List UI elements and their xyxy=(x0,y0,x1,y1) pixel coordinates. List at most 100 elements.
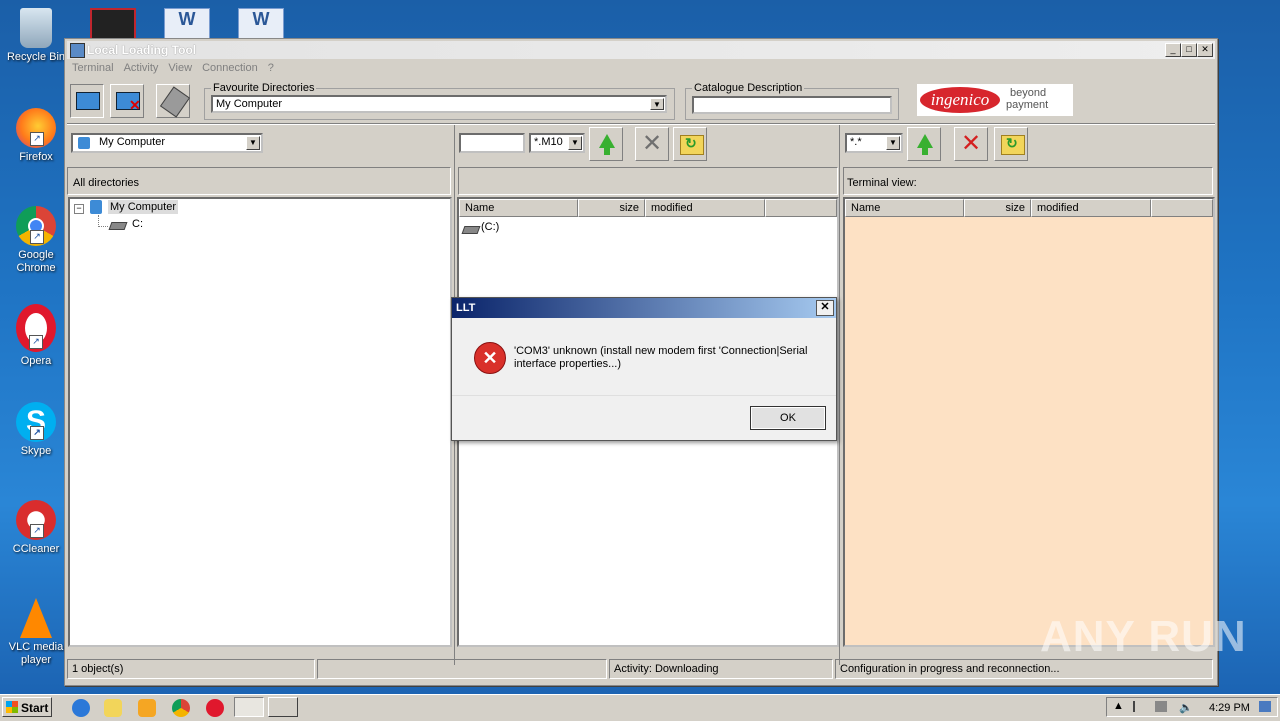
green-arrow-up-icon xyxy=(599,134,615,148)
drive-combo[interactable]: My Computer ▼ xyxy=(71,133,263,153)
desktop-icon-skype[interactable]: S ↗ Skype xyxy=(0,402,72,458)
desktop-icon-label: Skype xyxy=(20,445,52,457)
dialog-titlebar[interactable]: LLT ✕ xyxy=(452,298,836,318)
column-header-size[interactable]: size xyxy=(578,199,645,217)
maximize-button[interactable]: □ xyxy=(1181,43,1197,57)
computer-icon xyxy=(78,137,90,149)
minimize-button[interactable]: _ xyxy=(1165,43,1181,57)
chevron-down-icon[interactable]: ▼ xyxy=(568,136,582,150)
window-title: Local Loading Tool xyxy=(87,43,197,57)
grey-x-icon: ✕ xyxy=(642,130,663,157)
menu-bar: Terminal Activity View Connection? xyxy=(67,60,1215,76)
favourite-directories-label: Favourite Directories xyxy=(211,82,317,94)
column-header-filler xyxy=(1151,199,1213,217)
menu-terminal[interactable]: Terminal xyxy=(67,60,119,76)
tree-node-drive-c[interactable]: C: xyxy=(130,217,145,231)
window-titlebar[interactable]: Local Loading Tool _ □ ✕ xyxy=(67,41,1215,59)
windows-logo-icon xyxy=(6,701,18,713)
extension-combo[interactable]: *.M10 ▼ xyxy=(529,133,585,153)
red-x-icon: ✕ xyxy=(129,97,141,113)
menu-view[interactable]: View xyxy=(163,60,197,76)
word-file-icon[interactable]: W xyxy=(238,8,284,40)
media-player-icon[interactable] xyxy=(138,699,156,717)
dialog-close-button[interactable]: ✕ xyxy=(816,300,834,316)
clock[interactable]: 4:29 PM xyxy=(1209,702,1250,714)
error-dialog: LLT ✕ ✕ 'COM3' unknown (install new mode… xyxy=(451,297,837,441)
desktop-icon-recycle-bin[interactable]: Recycle Bin xyxy=(0,8,72,64)
file-filter-input[interactable] xyxy=(459,133,525,153)
favourite-directories-combo[interactable]: My Computer ▼ xyxy=(211,95,667,113)
pdf-file-icon[interactable] xyxy=(90,8,136,42)
chrome-icon[interactable] xyxy=(172,699,190,717)
desktop-icon-label: VLC media player xyxy=(8,641,64,666)
terminal-device-icon xyxy=(159,86,191,118)
start-label: Start xyxy=(21,701,49,715)
column-header-modified[interactable]: modified xyxy=(1031,199,1151,217)
terminal-file-list[interactable]: Name size modified xyxy=(843,197,1215,647)
terminal-refresh-button[interactable]: ↻ xyxy=(994,127,1028,161)
word-file-icon[interactable]: W xyxy=(164,8,210,40)
connect-terminal-button[interactable] xyxy=(70,84,104,118)
desktop-icon-opera[interactable]: ↗ Opera xyxy=(0,304,72,368)
desktop-icon-chrome[interactable]: ↗ Google Chrome xyxy=(0,206,72,275)
chevron-down-icon[interactable]: ▼ xyxy=(886,136,900,150)
network-icon[interactable] xyxy=(1155,701,1167,712)
column-header-name[interactable]: Name xyxy=(459,199,578,217)
menu-activity[interactable]: Activity xyxy=(119,60,164,76)
terminal-settings-button[interactable] xyxy=(156,84,191,118)
chevron-down-icon[interactable]: ▼ xyxy=(650,98,664,110)
red-x-icon: ✕ xyxy=(961,130,982,157)
tree-expand-toggle[interactable]: − xyxy=(74,204,84,214)
desktop-icon-label: CCleaner xyxy=(12,543,60,555)
directory-tree[interactable]: − My Computer C: xyxy=(68,197,452,647)
tray-expand-icon[interactable]: ▲ xyxy=(1113,700,1124,712)
computer-link-icon xyxy=(76,92,100,110)
terminal-delete-button[interactable]: ✕ xyxy=(954,127,988,161)
drive-icon xyxy=(108,222,128,230)
left-panel-label-bar: All directories xyxy=(67,167,451,195)
desktop-icon-firefox[interactable]: ↗ Firefox xyxy=(0,108,72,164)
menu-help[interactable]: ? xyxy=(263,60,279,76)
show-desktop-icon[interactable] xyxy=(1259,701,1271,712)
ok-button[interactable]: OK xyxy=(750,406,826,430)
terminal-filter-combo[interactable]: *.* ▼ xyxy=(845,133,903,153)
ingenico-brand: ingenico beyond payment xyxy=(917,84,1073,116)
disconnect-terminal-button[interactable]: ✕ xyxy=(110,84,144,118)
drive-icon xyxy=(461,226,481,234)
catalogue-description-input[interactable] xyxy=(692,96,892,114)
ie-icon[interactable] xyxy=(72,699,90,717)
favourite-directories-value: My Computer xyxy=(216,98,283,110)
firefox-icon: ↗ xyxy=(16,108,56,148)
green-arrow-up-icon xyxy=(917,134,933,148)
vlc-cone-icon xyxy=(20,598,52,638)
desktop-icon-ccleaner[interactable]: ↗ CCleaner xyxy=(0,500,72,556)
panel-divider xyxy=(839,125,842,665)
terminal-view-label: Terminal view: xyxy=(847,177,917,189)
status-object-count: 1 object(s) xyxy=(67,659,315,679)
explorer-folder-icon[interactable] xyxy=(104,699,122,717)
taskbar-app-llt[interactable] xyxy=(234,697,264,717)
column-header-modified[interactable]: modified xyxy=(645,199,765,217)
close-button[interactable]: ✕ xyxy=(1197,43,1213,57)
upload-button[interactable] xyxy=(589,127,623,161)
terminal-upload-button[interactable] xyxy=(907,127,941,161)
refresh-button[interactable]: ↻ xyxy=(673,127,707,161)
chrome-icon: ↗ xyxy=(16,206,56,246)
taskbar-app-window[interactable] xyxy=(268,697,298,717)
opera-icon[interactable] xyxy=(206,699,224,717)
desktop-icon-vlc[interactable]: VLC media player xyxy=(0,598,72,667)
column-header-name[interactable]: Name xyxy=(845,199,964,217)
menu-connection[interactable]: Connection xyxy=(197,60,263,76)
system-tray: ▲ 🔈 4:29 PM xyxy=(1106,697,1278,717)
tree-node-my-computer[interactable]: My Computer xyxy=(108,200,179,214)
catalogue-description-group: Catalogue Description xyxy=(685,82,899,120)
volume-icon[interactable]: 🔈 xyxy=(1179,701,1193,714)
list-item[interactable]: (C:) xyxy=(481,221,499,233)
desktop-icon-label: Firefox xyxy=(19,151,53,163)
flag-icon[interactable] xyxy=(1133,701,1145,712)
chevron-down-icon[interactable]: ▼ xyxy=(246,136,260,150)
column-header-size[interactable]: size xyxy=(964,199,1031,217)
delete-button[interactable]: ✕ xyxy=(635,127,669,161)
start-button[interactable]: Start xyxy=(2,697,52,717)
middle-panel-label-bar xyxy=(458,167,838,195)
